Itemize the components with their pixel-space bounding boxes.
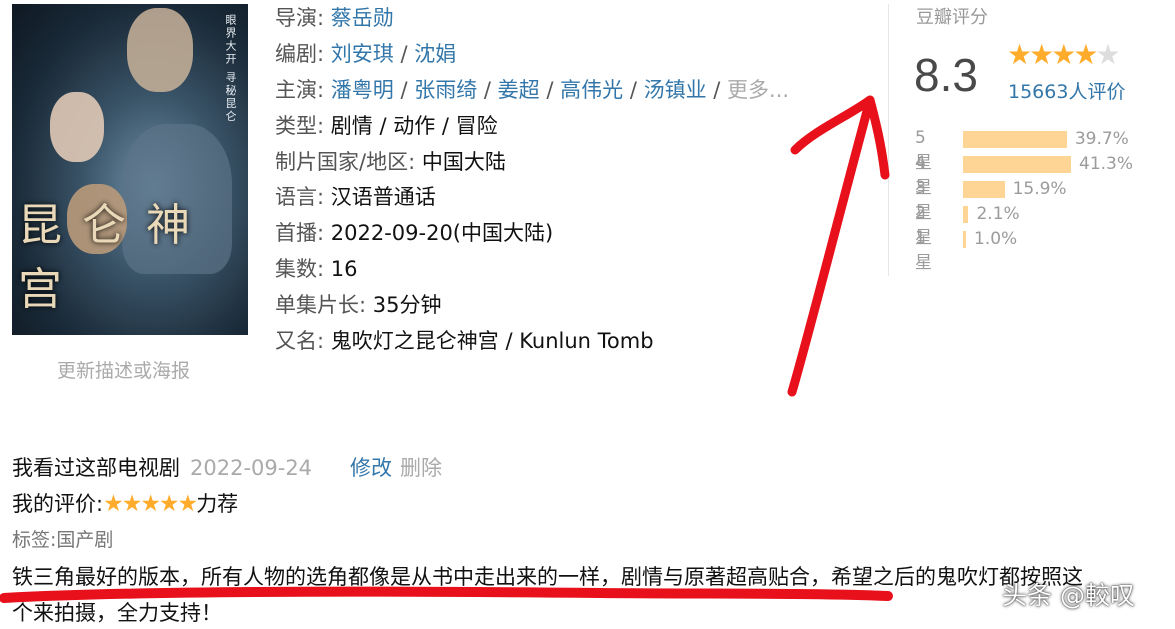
genre-row: 类型: 剧情 / 动作 / 冒险: [275, 110, 789, 146]
writer-label: 编剧:: [275, 41, 325, 66]
watched-status: 我看过这部电视剧: [12, 456, 180, 480]
delete-link[interactable]: 删除: [400, 456, 442, 480]
separator: /: [713, 77, 721, 102]
episode-length-label: 单集片长:: [275, 293, 367, 318]
red-arrow-icon: [787, 95, 890, 397]
votes-link[interactable]: 15663人评价: [1008, 77, 1125, 104]
edit-link[interactable]: 修改: [350, 456, 392, 480]
language-row: 语言: 汉语普通话: [275, 181, 789, 217]
distribution-percent: 2.1%: [976, 204, 1020, 224]
writer-link[interactable]: 沈娟: [414, 42, 456, 66]
language-value: 汉语普通话: [330, 185, 436, 210]
distribution-percent: 15.9%: [1012, 179, 1067, 199]
poster-actor-2: [50, 92, 104, 162]
writer-row: 编剧: 刘安琪 / 沈娟: [275, 38, 789, 74]
my-status-line: 我看过这部电视剧 2022-09-24 修改 删除: [12, 452, 442, 482]
distribution-star-label: 1星: [915, 228, 932, 273]
genre-value: 剧情 / 动作 / 冒险: [330, 113, 498, 138]
watched-date: 2022-09-24: [190, 456, 313, 480]
star-empty-icon: ★: [1095, 38, 1120, 71]
director-link[interactable]: 蔡岳勋: [331, 6, 394, 30]
aka-label: 又名:: [275, 329, 325, 354]
cast-link[interactable]: 汤镇业: [644, 78, 707, 102]
episodes-row: 集数: 16: [275, 253, 789, 289]
distribution-percent: 1.0%: [974, 229, 1018, 249]
my-rating-text: 力荐: [196, 492, 239, 516]
rating-divider: [888, 4, 889, 276]
distribution-bar: [963, 206, 969, 223]
distribution-bar: [963, 156, 1071, 173]
separator: /: [400, 77, 408, 102]
star-icon: ★: [1073, 38, 1098, 71]
episode-length-row: 单集片长: 35分钟: [275, 289, 789, 325]
watermark: 头条 @較叹: [1002, 581, 1135, 610]
distribution-percent: 41.3%: [1079, 154, 1134, 174]
info-list: 导演: 蔡岳勋 编剧: 刘安琪 / 沈娟 主演: 潘粤明 / 张雨绮 / 姜超 …: [275, 2, 789, 361]
rating-title: 豆瓣评分: [916, 7, 988, 28]
cast-more-link[interactable]: 更多...: [727, 78, 789, 102]
aka-value: 鬼吹灯之昆仑神宫 / Kunlun Tomb: [330, 329, 654, 354]
language-label: 语言:: [275, 185, 325, 210]
episodes-label: 集数:: [275, 257, 325, 282]
separator: /: [546, 77, 554, 102]
aka-row: 又名: 鬼吹灯之昆仑神宫 / Kunlun Tomb: [275, 325, 789, 361]
writer-link[interactable]: 刘安琪: [331, 42, 394, 66]
distribution-percent: 39.7%: [1074, 129, 1129, 149]
star-icon: ★: [1007, 38, 1032, 71]
separator: /: [483, 77, 491, 102]
star-icon: ★: [1029, 38, 1054, 71]
poster-image[interactable]: 眼界大开 寻秘昆仑 昆仑神宫: [12, 4, 248, 335]
episodes-value: 16: [330, 257, 358, 282]
my-rating-label: 我的评价:: [12, 492, 104, 516]
star-icon: ★: [1051, 38, 1076, 71]
poster-title-art: 昆仑神宫: [18, 200, 210, 315]
premiere-label: 首播:: [275, 221, 325, 246]
my-comment-continued: 个来拍摄，全力支持！: [12, 601, 222, 625]
my-comment: 铁三角最好的版本，所有人物的选角都像是从书中走出来的一样，剧情与原著超高贴合，希…: [12, 565, 1083, 589]
distribution-bar: [963, 181, 1005, 198]
cast-link[interactable]: 高伟光: [560, 78, 623, 102]
director-row: 导演: 蔡岳勋: [275, 2, 789, 38]
genre-label: 类型:: [275, 113, 325, 138]
distribution-bar: [963, 131, 1067, 148]
separator: /: [400, 41, 408, 66]
cast-link[interactable]: 潘粤明: [331, 78, 394, 102]
cast-link[interactable]: 姜超: [498, 78, 540, 102]
cast-link[interactable]: 张雨绮: [414, 78, 477, 102]
rating-stars: ★★★★★: [1007, 38, 1121, 71]
distribution-bar: [963, 231, 966, 248]
poster-tagline: 眼界大开 寻秘昆仑: [224, 14, 237, 124]
country-label: 制片国家/地区:: [275, 149, 416, 174]
director-label: 导演:: [275, 6, 325, 30]
my-rating-line: 我的评价:★★★★★力荐: [12, 488, 238, 518]
rating-score: 8.3: [914, 49, 978, 101]
update-poster-link[interactable]: 更新描述或海报: [57, 356, 190, 383]
poster-actor-1: [127, 8, 193, 92]
premiere-row: 首播: 2022-09-20(中国大陆): [275, 217, 789, 253]
premiere-value: 2022-09-20(中国大陆): [330, 221, 554, 246]
my-rating-stars: ★★★★★: [103, 491, 198, 517]
country-row: 制片国家/地区: 中国大陆: [275, 146, 789, 182]
cast-row: 主演: 潘粤明 / 张雨绮 / 姜超 / 高伟光 / 汤镇业 / 更多...: [275, 74, 789, 110]
episode-length-value: 35分钟: [372, 293, 442, 318]
my-tags: 标签:国产剧: [12, 529, 114, 551]
cast-label: 主演:: [275, 77, 325, 102]
country-value: 中国大陆: [421, 149, 506, 174]
separator: /: [629, 77, 637, 102]
